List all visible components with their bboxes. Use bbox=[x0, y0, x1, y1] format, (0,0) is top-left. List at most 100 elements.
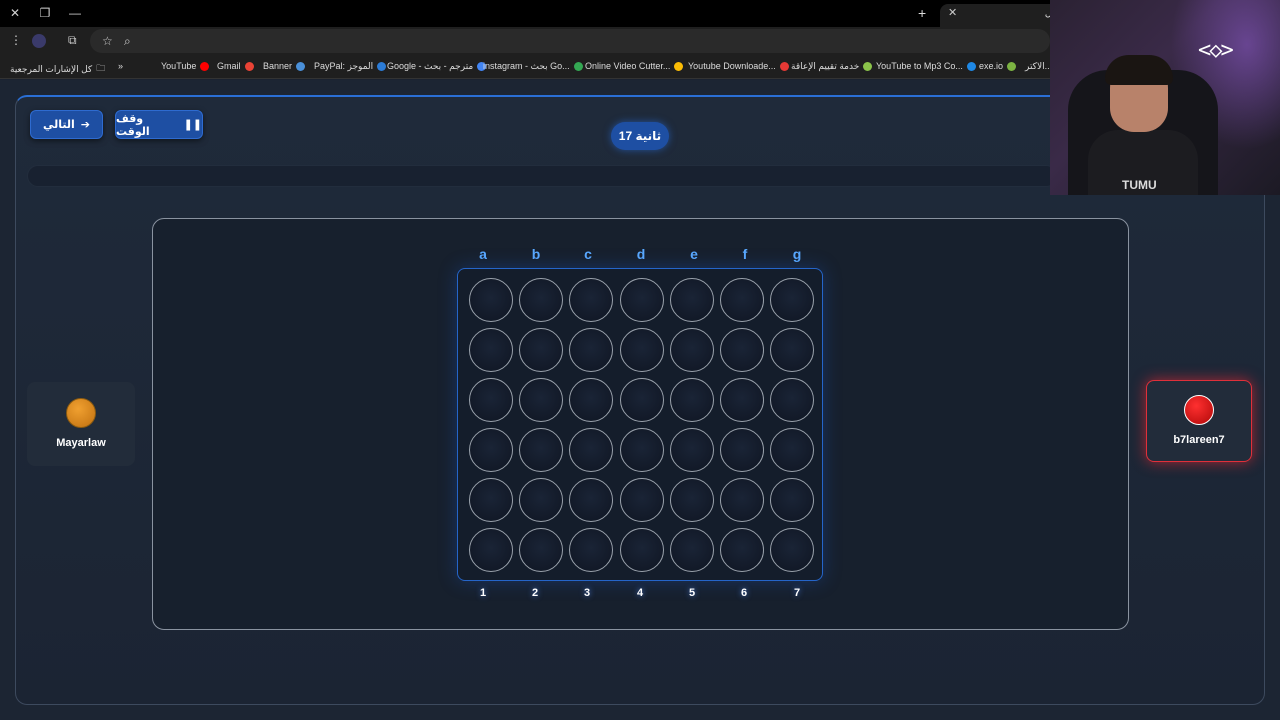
bookmark-label: خدمة تقييم الإعاقة bbox=[791, 61, 860, 71]
board-cell[interactable] bbox=[770, 478, 815, 522]
next-label: التالي bbox=[43, 119, 75, 131]
board-cell[interactable] bbox=[469, 278, 513, 322]
bookmark-instagram-search[interactable]: instagram - بحث Go... bbox=[483, 61, 583, 72]
streamer-hair bbox=[1105, 55, 1173, 85]
board-cell[interactable] bbox=[669, 478, 714, 522]
extensions-icon[interactable]: ⧉ bbox=[68, 33, 77, 47]
board-cell[interactable] bbox=[469, 428, 513, 472]
board-cell[interactable] bbox=[619, 478, 664, 522]
pause-label: وقف الوقت bbox=[116, 112, 150, 138]
board-cell[interactable] bbox=[669, 528, 714, 572]
board-cell[interactable] bbox=[720, 528, 764, 572]
board-cell[interactable] bbox=[519, 428, 564, 472]
column-number[interactable]: 6 bbox=[729, 587, 759, 599]
column-label: e bbox=[690, 246, 698, 262]
menu-icon[interactable]: ⋮ bbox=[10, 33, 22, 47]
bookmark-youtube[interactable]: YouTube bbox=[161, 61, 210, 71]
board-cell[interactable] bbox=[569, 378, 614, 422]
board-cell[interactable] bbox=[519, 278, 564, 322]
pause-icon: ❚❚ bbox=[183, 119, 202, 131]
column-label: b bbox=[531, 246, 541, 262]
bookmark-label: Google - مترجم - بحث bbox=[387, 61, 474, 71]
bookmark-google-translate[interactable]: Google - مترجم - بحث bbox=[387, 61, 487, 72]
board-cell[interactable] bbox=[519, 528, 564, 572]
board-cell[interactable] bbox=[669, 428, 714, 472]
minimize-window-icon[interactable]: — bbox=[65, 4, 85, 22]
bookmark-star-icon[interactable]: ☆ bbox=[102, 34, 113, 48]
bookmark-gmail[interactable]: Gmail bbox=[217, 61, 254, 71]
bookmark-youtube-mp3[interactable]: YouTube to Mp3 Co... bbox=[876, 61, 976, 71]
board-cell[interactable] bbox=[619, 428, 664, 472]
service-icon bbox=[863, 62, 873, 71]
board-cell[interactable] bbox=[770, 378, 815, 422]
restore-window-icon[interactable]: ❐ bbox=[35, 4, 55, 22]
board-cell[interactable] bbox=[619, 278, 664, 322]
board-cell[interactable] bbox=[720, 328, 764, 372]
bookmarks-overflow[interactable]: » bbox=[118, 61, 123, 71]
pause-time-button[interactable]: وقف الوقت ❚❚ bbox=[115, 110, 203, 139]
board-cell[interactable] bbox=[669, 378, 714, 422]
bookmark-label: الاكتر... bbox=[1025, 61, 1053, 71]
board-cell[interactable] bbox=[469, 328, 513, 372]
profile-icon[interactable] bbox=[32, 34, 46, 48]
streamer-logo: <◇> bbox=[1198, 38, 1234, 63]
board-cell[interactable] bbox=[469, 528, 513, 572]
board-cell[interactable] bbox=[569, 528, 614, 572]
board-cell[interactable] bbox=[720, 378, 764, 422]
webcam-overlay: <◇> TUMU bbox=[1050, 0, 1280, 195]
board-cell[interactable] bbox=[720, 478, 764, 522]
column-number[interactable]: 3 bbox=[572, 587, 602, 599]
address-bar[interactable]: ☆ ⌕ bbox=[90, 29, 1050, 53]
bookmark-exeio[interactable]: exe.io bbox=[979, 61, 1017, 71]
board-cell[interactable] bbox=[770, 328, 815, 372]
board-cell[interactable] bbox=[770, 528, 815, 572]
board-cell[interactable] bbox=[569, 278, 614, 322]
board-cell[interactable] bbox=[519, 378, 564, 422]
bookmark-label: YouTube to Mp3 Co... bbox=[876, 61, 963, 71]
bookmark-paypal[interactable]: PayPal: الموجز bbox=[314, 61, 387, 72]
column-number[interactable]: 2 bbox=[520, 587, 550, 599]
column-number[interactable]: 4 bbox=[625, 587, 655, 599]
board-cell[interactable] bbox=[669, 278, 714, 322]
board-cell[interactable] bbox=[669, 328, 714, 372]
timer-badge: 17 ثانية bbox=[611, 122, 669, 150]
bookmark-label: YouTube bbox=[161, 61, 197, 71]
board-cell[interactable] bbox=[469, 378, 513, 422]
column-number[interactable]: 5 bbox=[677, 587, 707, 599]
bookmark-youtube-downloader[interactable]: Youtube Downloade... bbox=[688, 61, 789, 71]
close-window-icon[interactable]: ✕ bbox=[5, 4, 25, 22]
board-cell[interactable] bbox=[569, 328, 614, 372]
bookmark-disability-service[interactable]: خدمة تقييم الإعاقة bbox=[791, 61, 873, 72]
orange-disc-icon bbox=[66, 398, 96, 428]
board-cell[interactable] bbox=[770, 278, 815, 322]
board-cell[interactable] bbox=[619, 328, 664, 372]
board-cell[interactable] bbox=[720, 428, 764, 472]
board-cell[interactable] bbox=[469, 478, 513, 522]
board-cell[interactable] bbox=[569, 428, 614, 472]
new-tab-icon[interactable]: + bbox=[918, 5, 926, 21]
timer-text: 17 ثانية bbox=[618, 129, 662, 143]
browser-tab[interactable]: ✕ ل bbox=[940, 4, 1060, 27]
bookmark-label: instagram - بحث Go... bbox=[483, 61, 570, 71]
board-cell[interactable] bbox=[619, 378, 664, 422]
next-button[interactable]: التالي ➔ bbox=[30, 110, 103, 139]
column-label: c bbox=[584, 246, 592, 262]
board-cell[interactable] bbox=[619, 528, 664, 572]
board-cell[interactable] bbox=[569, 478, 614, 522]
bookmark-banner[interactable]: Banner bbox=[263, 61, 306, 71]
column-number[interactable]: 1 bbox=[468, 587, 498, 599]
board-cell[interactable] bbox=[770, 428, 815, 472]
folder-icon: 🗀 bbox=[96, 63, 106, 73]
red-disc-icon bbox=[1184, 395, 1214, 425]
bookmark-video-cutter[interactable]: Online Video Cutter... bbox=[585, 61, 684, 71]
column-number[interactable]: 7 bbox=[782, 587, 812, 599]
bookmark-last[interactable]: الاكتر... bbox=[1025, 61, 1052, 72]
bookmark-label: كل الإشارات المرجعية bbox=[10, 63, 93, 74]
board-cell[interactable] bbox=[720, 278, 764, 322]
tab-close-icon[interactable]: ✕ bbox=[948, 6, 957, 19]
bookmark-all[interactable]: كل الإشارات المرجعية 🗀 bbox=[10, 61, 105, 77]
board-cell[interactable] bbox=[519, 328, 564, 372]
video-cutter-icon bbox=[674, 61, 684, 71]
board-cell[interactable] bbox=[519, 478, 564, 522]
search-icon[interactable]: ⌕ bbox=[124, 34, 131, 48]
